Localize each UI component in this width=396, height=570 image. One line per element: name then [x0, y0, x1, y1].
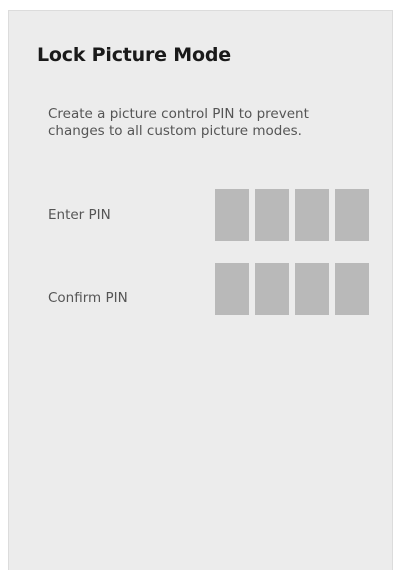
dialog-title: Lock Picture Mode — [37, 44, 231, 66]
confirm-pin-field[interactable] — [215, 263, 369, 315]
confirm-pin-digit-1[interactable] — [215, 263, 249, 315]
confirm-pin-label: Confirm PIN — [48, 290, 128, 306]
enter-pin-digit-4[interactable] — [335, 189, 369, 241]
dialog-description: Create a picture control PIN to prevent … — [48, 106, 309, 139]
enter-pin-digit-3[interactable] — [295, 189, 329, 241]
enter-pin-label: Enter PIN — [48, 207, 111, 223]
confirm-pin-digit-3[interactable] — [295, 263, 329, 315]
enter-pin-digit-2[interactable] — [255, 189, 289, 241]
confirm-pin-digit-2[interactable] — [255, 263, 289, 315]
enter-pin-field[interactable] — [215, 189, 369, 241]
enter-pin-digit-1[interactable] — [215, 189, 249, 241]
confirm-pin-digit-4[interactable] — [335, 263, 369, 315]
lock-picture-mode-dialog: Lock Picture Mode Create a picture contr… — [8, 10, 393, 570]
